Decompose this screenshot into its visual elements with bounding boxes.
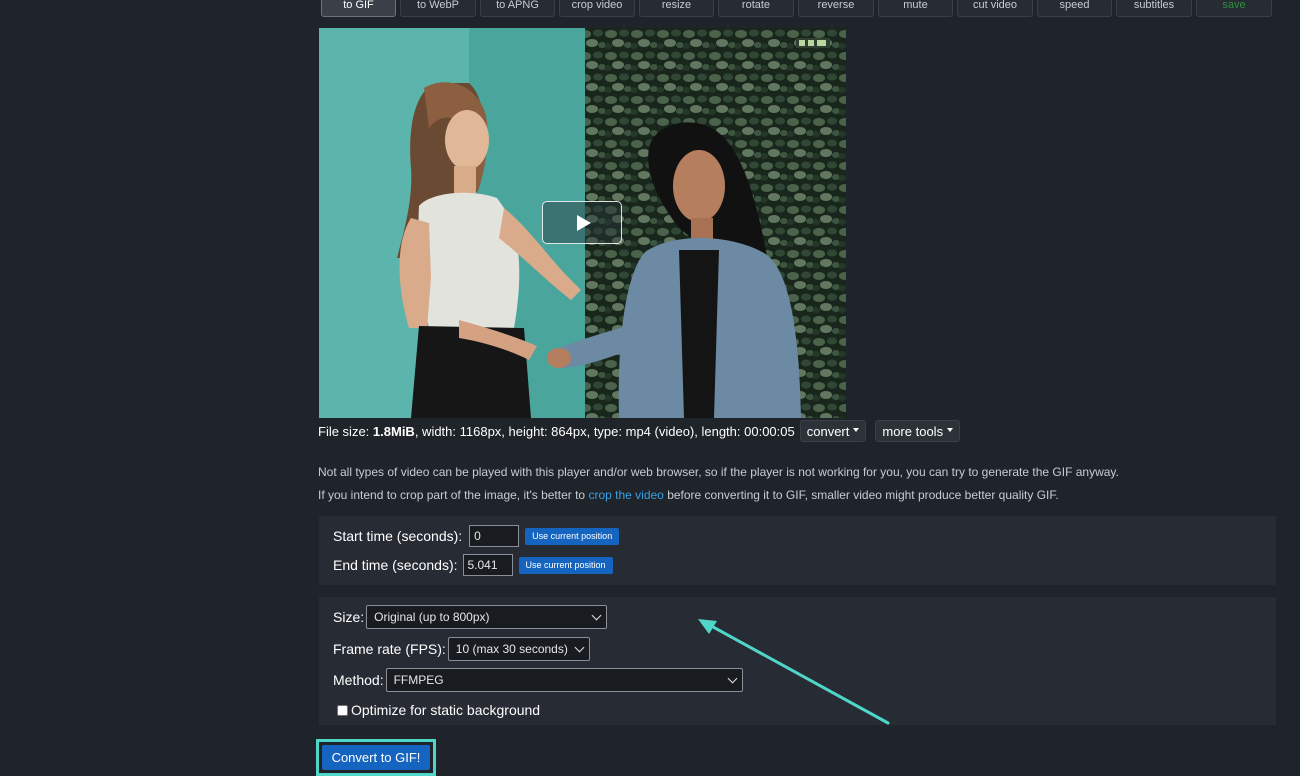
size-label: Size: bbox=[333, 609, 365, 625]
end-time-label: End time (seconds): bbox=[333, 557, 458, 573]
tab-resize[interactable]: resize bbox=[639, 0, 714, 17]
end-time-row: End time (seconds): 5.041 Use current po… bbox=[333, 554, 613, 576]
optimize-row: Optimize for static background bbox=[337, 702, 540, 718]
play-button[interactable] bbox=[542, 201, 622, 244]
more-tools-label: more tools bbox=[882, 423, 944, 439]
method-row: Method: FFMPEG bbox=[333, 668, 743, 692]
tab-save[interactable]: save bbox=[1196, 0, 1272, 17]
file-info: File size: 1.8MiB, width: 1168px, height… bbox=[318, 419, 961, 443]
crop-note-before: If you intend to crop part of the image,… bbox=[318, 488, 586, 502]
optimize-checkbox[interactable] bbox=[337, 704, 348, 716]
end-time-input[interactable]: 5.041 bbox=[462, 554, 513, 576]
convert-dropdown[interactable]: convert bbox=[799, 420, 867, 442]
fps-row: Frame rate (FPS): 10 (max 30 seconds) bbox=[333, 637, 590, 661]
time-panel: Start time (seconds): 0 Use current posi… bbox=[319, 516, 1276, 585]
more-tools-dropdown[interactable]: more tools bbox=[875, 420, 961, 442]
file-size-label: File size: bbox=[318, 423, 370, 439]
method-label: Method: bbox=[333, 672, 384, 688]
tab-to-apng[interactable]: to APNG bbox=[480, 0, 555, 17]
play-icon bbox=[577, 215, 591, 231]
convert-dropdown-label: convert bbox=[806, 423, 850, 439]
method-select-value: FFMPEG bbox=[393, 673, 444, 687]
convert-to-gif-button[interactable]: Convert to GIF! bbox=[322, 745, 430, 770]
tab-to-gif[interactable]: to GIF bbox=[321, 0, 396, 17]
chevron-down-icon bbox=[574, 642, 585, 653]
tab-subtitles[interactable]: subtitles bbox=[1116, 0, 1192, 17]
convert-button-highlight: Convert to GIF! bbox=[316, 739, 436, 776]
video-player[interactable] bbox=[319, 28, 846, 418]
tab-crop-video[interactable]: crop video bbox=[559, 0, 635, 17]
file-size-value: 1.8MiB bbox=[372, 423, 415, 439]
size-select-value: Original (up to 800px) bbox=[374, 610, 490, 624]
start-time-row: Start time (seconds): 0 Use current posi… bbox=[333, 525, 620, 547]
tab-to-webp[interactable]: to WebP bbox=[400, 0, 476, 17]
start-time-label: Start time (seconds): bbox=[333, 528, 463, 544]
tab-reverse[interactable]: reverse bbox=[798, 0, 874, 17]
crop-note: If you intend to crop part of the image,… bbox=[318, 488, 1059, 502]
end-use-current-button[interactable]: Use current position bbox=[518, 556, 613, 574]
start-time-input[interactable]: 0 bbox=[469, 525, 520, 547]
tab-rotate[interactable]: rotate bbox=[718, 0, 794, 17]
tab-mute[interactable]: mute bbox=[878, 0, 953, 17]
caret-down-icon bbox=[947, 428, 954, 432]
size-row: Size: Original (up to 800px) bbox=[333, 605, 608, 629]
fps-select-value: 10 (max 30 seconds) bbox=[455, 642, 568, 656]
crop-note-after: before converting it to GIF, smaller vid… bbox=[667, 488, 1059, 502]
fps-select[interactable]: 10 (max 30 seconds) bbox=[447, 637, 590, 661]
player-note: Not all types of video can be played wit… bbox=[318, 465, 1119, 479]
size-select[interactable]: Original (up to 800px) bbox=[366, 605, 608, 629]
start-use-current-button[interactable]: Use current position bbox=[525, 527, 620, 545]
tab-speed[interactable]: speed bbox=[1037, 0, 1112, 17]
optimize-label[interactable]: Optimize for static background bbox=[351, 702, 540, 718]
chevron-down-icon bbox=[591, 610, 602, 621]
crop-video-link[interactable]: crop the video bbox=[588, 488, 663, 502]
annotation-arrow-icon bbox=[698, 619, 890, 725]
file-details: , width: 1168px, height: 864px, type: mp… bbox=[414, 423, 795, 439]
tab-cut-video[interactable]: cut video bbox=[957, 0, 1033, 17]
fps-label: Frame rate (FPS): bbox=[333, 641, 446, 657]
caret-down-icon bbox=[853, 428, 860, 432]
